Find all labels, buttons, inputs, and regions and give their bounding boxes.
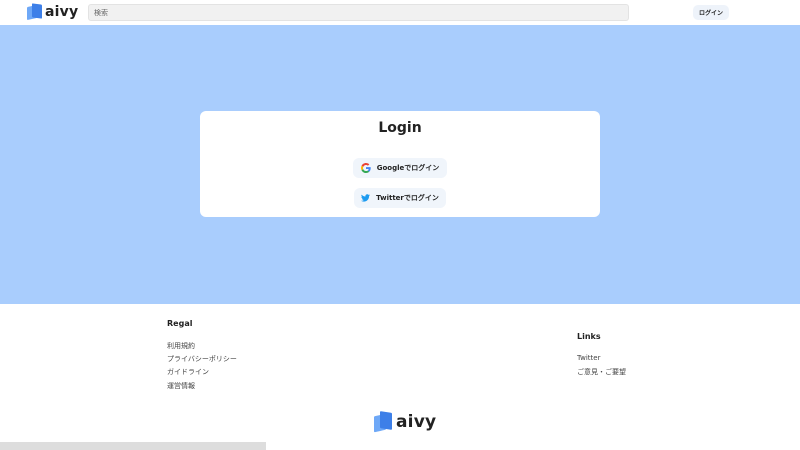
login-card: Login Googleでログイン Twitterでログイン (200, 111, 600, 217)
site-footer: Regal 利用規約 プライバシーポリシー ガイドライン 運営情報 Links … (0, 304, 800, 450)
login-title: Login (378, 120, 422, 136)
header-logo[interactable]: aivy (27, 3, 79, 21)
site-header: aivy ログイン (0, 0, 800, 25)
footer-brand-name: aivy (396, 412, 437, 432)
google-icon (360, 163, 371, 173)
footer-regal-heading: Regal (167, 319, 193, 328)
footer-link-feedback[interactable]: ご意見・ご要望 (577, 367, 626, 377)
footer-link-operator-info[interactable]: 運営情報 (167, 381, 195, 391)
aivy-logo-icon (27, 3, 42, 21)
footer-link-privacy[interactable]: プライバシーポリシー (167, 354, 237, 364)
google-login-button[interactable]: Googleでログイン (353, 158, 447, 178)
footer-link-twitter[interactable]: Twitter (577, 354, 600, 362)
footer-link-guideline[interactable]: ガイドライン (167, 367, 209, 377)
brand-name: aivy (45, 4, 79, 20)
twitter-login-label: Twitterでログイン (376, 194, 439, 202)
twitter-bird-icon (361, 194, 371, 202)
browser-status-bar (0, 442, 266, 450)
aivy-logo-icon (374, 411, 392, 433)
header-login-button[interactable]: ログイン (693, 5, 729, 20)
search-input[interactable] (88, 4, 629, 21)
footer-links-heading: Links (577, 332, 601, 341)
twitter-login-button[interactable]: Twitterでログイン (354, 188, 446, 208)
google-login-label: Googleでログイン (376, 164, 440, 172)
hero-section: Login Googleでログイン Twitterでログイン (0, 25, 800, 304)
footer-logo[interactable]: aivy (374, 411, 437, 433)
footer-link-terms[interactable]: 利用規約 (167, 341, 195, 351)
